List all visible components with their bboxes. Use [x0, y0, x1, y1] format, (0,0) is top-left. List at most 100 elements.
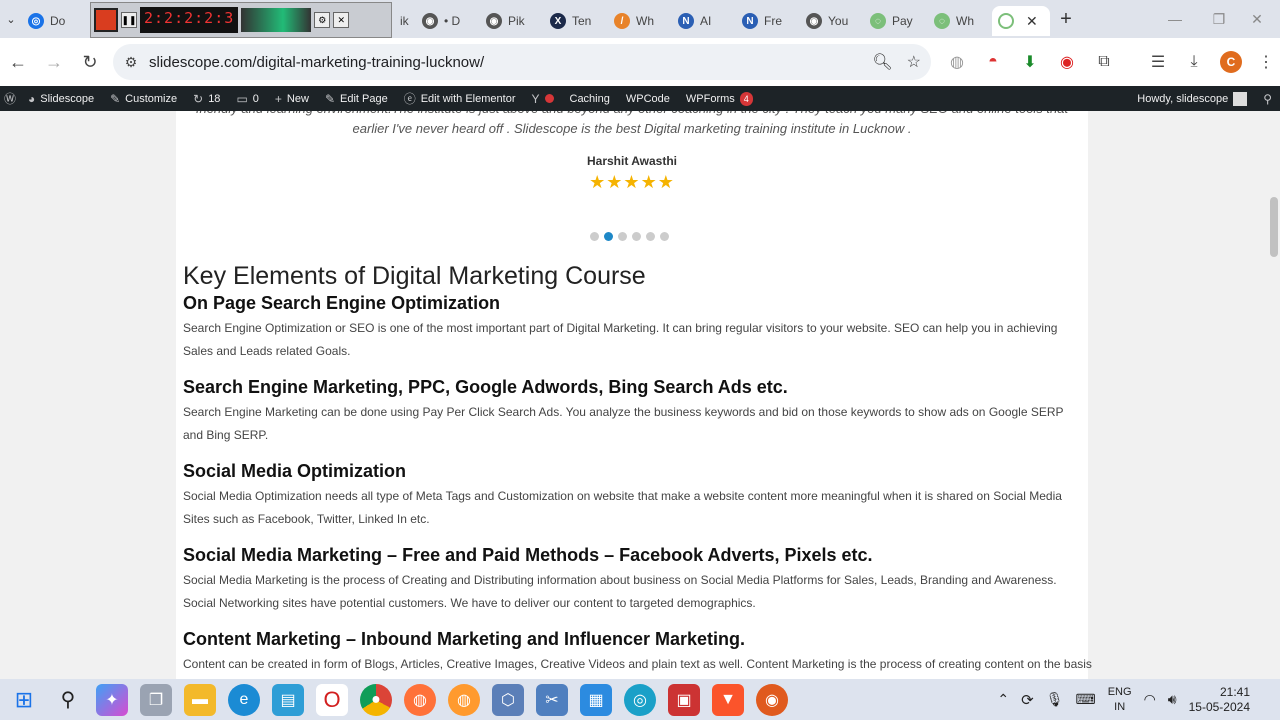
tab-4[interactable]: X Ten: [544, 6, 608, 36]
recorder-timer: 2:2:2:2:3: [140, 7, 239, 33]
profile-avatar[interactable]: C: [1219, 50, 1243, 74]
tab-1[interactable]: ik: [394, 6, 416, 36]
tab-3[interactable]: ◉ Pik: [480, 6, 544, 36]
adminbar-customize[interactable]: ✎ Customize: [102, 86, 185, 111]
tab-favicon-n-icon: N: [742, 13, 758, 29]
translate-icon[interactable]: ◍: [945, 50, 969, 74]
reading-list-icon[interactable]: ☰: [1146, 50, 1170, 74]
terminal-icon[interactable]: ▤: [272, 683, 304, 716]
back-button[interactable]: ←: [0, 44, 36, 80]
tab-title: You: [828, 14, 849, 28]
close-window-icon[interactable]: ✕: [1234, 0, 1280, 38]
recorder-settings-icon[interactable]: ⚙: [314, 12, 331, 28]
show-hidden-icons-chevron-icon[interactable]: ⌃: [997, 691, 1009, 708]
tab-favicon-icon: ◉: [486, 13, 502, 29]
sync-icon[interactable]: ⟳: [1021, 691, 1034, 709]
adminbar-search-icon[interactable]: ⚲: [1255, 86, 1280, 111]
new-tab-button[interactable]: +: [1050, 8, 1082, 31]
language-indicator[interactable]: ENG IN: [1108, 685, 1132, 715]
carousel-dot[interactable]: [632, 232, 641, 241]
zoom-icon[interactable]: 🔍︎: [872, 52, 892, 72]
tab-8[interactable]: ◉ You: [800, 6, 864, 36]
adminbar-edit-page[interactable]: ✎ Edit Page: [317, 86, 396, 111]
calendar-app-icon[interactable]: ▦: [580, 683, 612, 716]
carousel-dot[interactable]: [618, 232, 627, 241]
tab-search-chevron-icon[interactable]: ⌄: [0, 0, 22, 38]
tab-7[interactable]: N Fre: [736, 6, 800, 36]
virtualbox-icon[interactable]: ⬡: [492, 683, 524, 716]
brave-icon[interactable]: ▼: [712, 683, 744, 716]
tab-active[interactable]: ✕: [992, 6, 1050, 36]
minimize-icon[interactable]: —: [1152, 0, 1198, 38]
adminbar-wpcode[interactable]: WPCode: [618, 86, 678, 111]
carousel-dot[interactable]: [646, 232, 655, 241]
loading-spinner-icon: [998, 13, 1014, 29]
globe-app-icon[interactable]: ◎: [624, 683, 656, 716]
screen-recorder-widget: ❚❚ 2:2:2:2:3 ⚙ ✕: [90, 2, 392, 38]
tab-5[interactable]: / Wh: [608, 6, 672, 36]
download-arrow-extension-icon[interactable]: ⬇: [1018, 50, 1042, 74]
adminbar-yoast[interactable]: Y: [523, 86, 561, 111]
close-tab-icon[interactable]: ✕: [1026, 13, 1038, 30]
adminbar-new[interactable]: + New: [267, 86, 317, 111]
bookmark-star-icon[interactable]: ☆: [907, 52, 921, 72]
tab-2[interactable]: ◉ • D: [416, 6, 480, 36]
screen-recorder-app-icon[interactable]: ◉: [756, 683, 788, 716]
adminbar-wpforms[interactable]: WPForms 4: [678, 86, 761, 111]
tab-10[interactable]: ◌ Wh: [928, 6, 992, 36]
firefox-icon[interactable]: ◍: [404, 683, 436, 716]
firefox-dev-icon[interactable]: ◍: [448, 683, 480, 716]
record-extension-icon[interactable]: ◉: [1055, 50, 1079, 74]
howdy-user-menu[interactable]: Howdy, slidescope: [1129, 86, 1255, 111]
microphone-icon[interactable]: 🎙︎: [1046, 691, 1064, 708]
scrollbar-thumb[interactable]: [1270, 197, 1278, 257]
recorder-close-icon[interactable]: ✕: [333, 12, 350, 28]
volume-icon[interactable]: 🔊︎: [1168, 691, 1177, 708]
carousel-dot[interactable]: [590, 232, 599, 241]
tab-title: AI: [700, 14, 712, 28]
clock[interactable]: 21:41 15-05-2024: [1189, 685, 1250, 715]
adminbar-comments[interactable]: ▭ 0: [228, 86, 266, 111]
page-viewport: friendly and learning environment.The in…: [0, 111, 1280, 679]
file-explorer-icon[interactable]: ▬: [184, 683, 216, 716]
extensions-puzzle-icon[interactable]: ⧉: [1092, 50, 1116, 74]
wifi-icon[interactable]: ◠: [1144, 691, 1156, 708]
windows-start-icon[interactable]: ⊞: [8, 684, 40, 716]
opera-icon[interactable]: O: [316, 683, 348, 716]
keyboard-icon[interactable]: ⌨: [1076, 691, 1096, 708]
media-app-icon[interactable]: ▣: [668, 683, 700, 716]
adminbar-site[interactable]: ◕ Slidescope: [20, 86, 102, 111]
tab-favicon-icon: ◌: [934, 13, 950, 29]
adminbar-caching[interactable]: Caching: [562, 86, 618, 111]
adminbar-elementor[interactable]: ⓔ Edit with Elementor: [396, 86, 524, 111]
reload-button[interactable]: ↻: [72, 44, 108, 80]
task-view-icon[interactable]: ❐: [140, 683, 172, 716]
tab-6[interactable]: N AI: [672, 6, 736, 36]
tab-9[interactable]: ◌ Pay: [864, 6, 928, 36]
pokeball-extension-icon[interactable]: ◓: [981, 50, 1005, 74]
adminbar-updates[interactable]: ↻ 18: [185, 86, 228, 111]
tab-favicon-icon: /: [614, 13, 630, 29]
copilot-icon[interactable]: ✦: [96, 683, 128, 716]
wp-admin-bar: Ⓦ ◕ Slidescope ✎ Customize ↻ 18 ▭ 0 + Ne…: [0, 86, 1280, 111]
page-scrollbar[interactable]: [1268, 111, 1280, 679]
browser-menu-icon[interactable]: ⋮: [1254, 50, 1278, 74]
pause-icon[interactable]: ❚❚: [121, 12, 137, 28]
carousel-dot-active[interactable]: [604, 232, 613, 241]
chrome-icon[interactable]: ●: [360, 683, 392, 716]
tab-title: Wh: [636, 14, 654, 28]
site-info-icon[interactable]: ⚙: [113, 54, 149, 71]
url-text[interactable]: slidescope.com/digital-marketing-trainin…: [149, 54, 484, 71]
wordpress-logo-icon[interactable]: Ⓦ: [0, 86, 20, 111]
search-icon[interactable]: ⚲: [52, 684, 84, 716]
carousel-dot[interactable]: [660, 232, 669, 241]
tab-0[interactable]: ◎ Do: [22, 6, 84, 36]
forward-button[interactable]: →: [36, 44, 72, 80]
tab-title: ik: [400, 14, 409, 28]
address-bar[interactable]: ⚙ slidescope.com/digital-marketing-train…: [113, 44, 931, 80]
edge-browser-icon[interactable]: e: [228, 683, 260, 716]
system-tray: ⌃ ⟳ 🎙︎ ⌨ ENG IN ◠ 🔊︎ 21:41 15-05-2024: [997, 679, 1280, 720]
snipping-tool-icon[interactable]: ✂: [536, 683, 568, 716]
record-stop-button[interactable]: [94, 8, 118, 32]
downloads-icon[interactable]: ⤓: [1182, 50, 1206, 74]
